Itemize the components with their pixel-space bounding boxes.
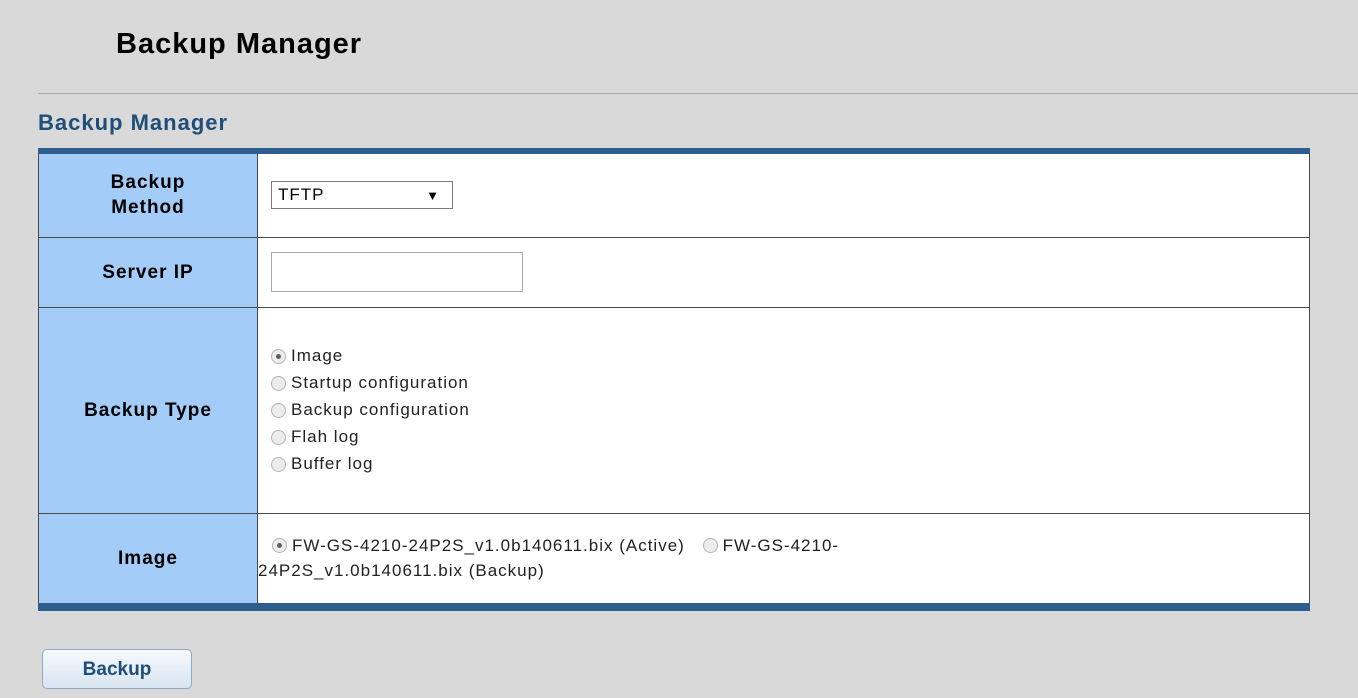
title-divider: [38, 93, 1358, 94]
radio-button-icon[interactable]: [272, 538, 287, 554]
backup-type-label: Backup Type: [38, 306, 258, 514]
backup-type-option-image[interactable]: Image: [271, 343, 1309, 370]
backup-type-option-label: Image: [291, 346, 344, 365]
backup-method-select[interactable]: TFTP ▼: [271, 181, 453, 210]
backup-method-cell: TFTP ▼: [257, 150, 1310, 238]
backup-type-option-label: Buffer log: [291, 454, 374, 473]
backup-method-label-line1: Backup: [110, 172, 186, 194]
radio-button-icon[interactable]: [271, 429, 286, 445]
image-cell: FW-GS-4210-24P2S_v1.0b140611.bix (Active…: [257, 512, 1310, 608]
backup-type-option-flash-log[interactable]: Flah log: [271, 424, 1309, 451]
backup-form-table: Backup Method TFTP ▼ Server IP Backup Ty…: [38, 148, 1310, 611]
server-ip-input[interactable]: [271, 252, 523, 292]
radio-button-icon[interactable]: [702, 538, 718, 554]
backup-button[interactable]: Backup: [42, 649, 192, 689]
radio-button-icon[interactable]: [271, 456, 286, 472]
backup-type-option-buffer-log[interactable]: Buffer log: [271, 451, 1309, 478]
backup-type-option-label: Backup configuration: [291, 400, 470, 419]
backup-type-options: Image Startup configuration Backup confi…: [271, 343, 1309, 478]
server-ip-row: Server IP: [38, 236, 1310, 308]
image-options: FW-GS-4210-24P2S_v1.0b140611.bix (Active…: [258, 533, 1038, 583]
dropdown-arrow-icon: ▼: [426, 187, 440, 203]
backup-type-cell: Image Startup configuration Backup confi…: [257, 306, 1310, 514]
radio-button-icon[interactable]: [271, 375, 286, 391]
backup-type-row: Backup Type Image Startup configuration …: [38, 306, 1310, 514]
page-title: Backup Manager: [116, 28, 363, 60]
image-label: Image: [38, 512, 258, 608]
backup-method-selected-value: TFTP: [278, 185, 325, 205]
image-row: Image FW-GS-4210-24P2S_v1.0b140611.bix (…: [38, 512, 1310, 608]
server-ip-label: Server IP: [38, 236, 258, 308]
backup-method-label-line2: Method: [111, 197, 185, 219]
backup-type-option-label: Startup configuration: [291, 373, 469, 392]
image-option-active-label: FW-GS-4210-24P2S_v1.0b140611.bix (Active…: [292, 536, 685, 556]
backup-method-label: Backup Method: [38, 150, 258, 238]
radio-button-icon[interactable]: [271, 348, 286, 364]
radio-button-icon[interactable]: [271, 402, 286, 418]
section-title: Backup Manager: [38, 110, 229, 135]
backup-type-option-label: Flah log: [291, 427, 360, 446]
backup-type-option-backup-configuration[interactable]: Backup configuration: [271, 397, 1309, 424]
backup-type-option-startup-configuration[interactable]: Startup configuration: [271, 370, 1309, 397]
server-ip-cell: [257, 236, 1310, 308]
backup-method-row: Backup Method TFTP ▼: [38, 150, 1310, 238]
